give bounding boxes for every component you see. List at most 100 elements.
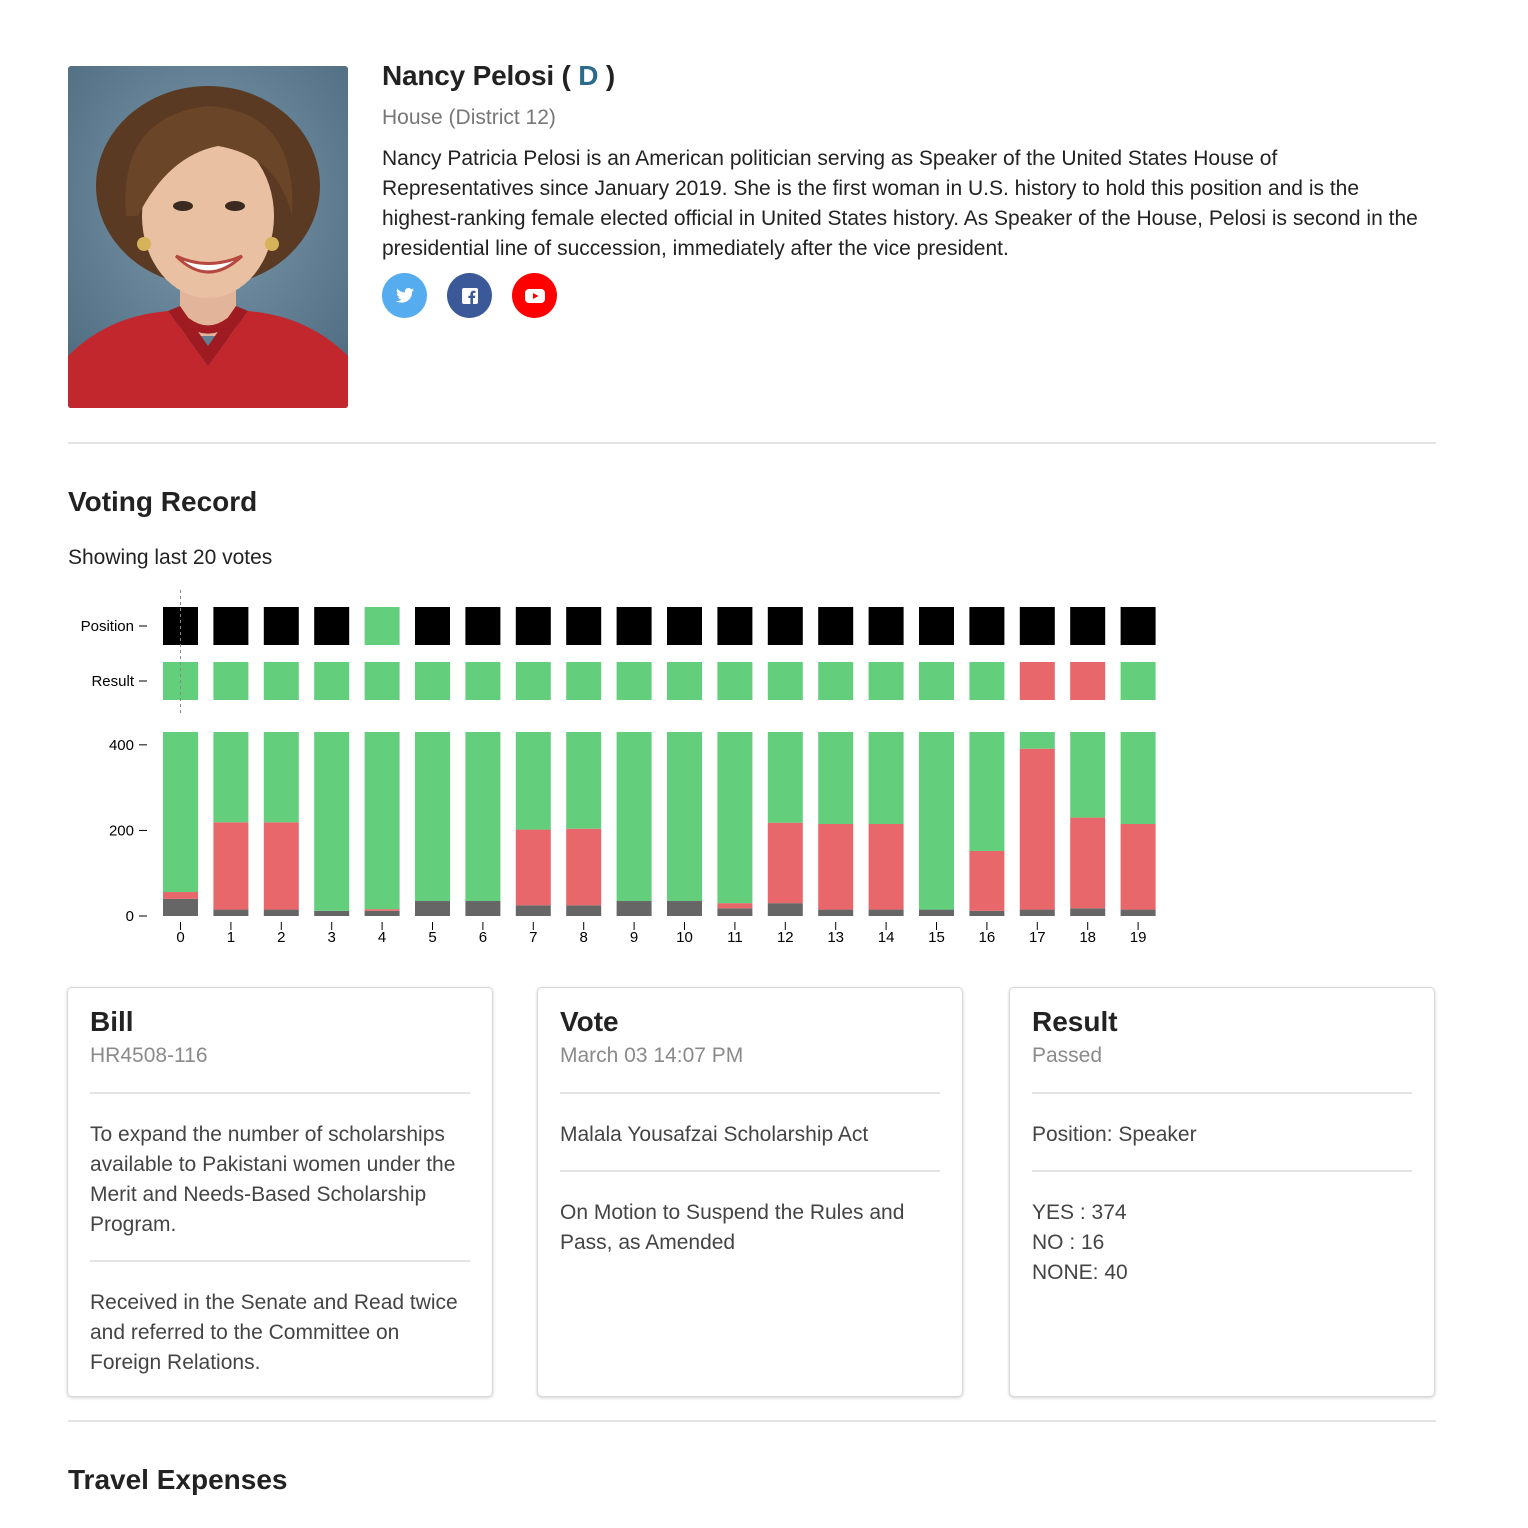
position-square bbox=[415, 607, 450, 645]
facebook-icon bbox=[461, 287, 478, 304]
vote-bar-yes bbox=[919, 732, 954, 910]
result-square bbox=[1120, 662, 1156, 700]
vote-bar-no bbox=[263, 822, 299, 910]
result-square bbox=[314, 662, 350, 700]
y-tick-label: 200 bbox=[109, 822, 134, 839]
result-card-title: Result bbox=[1032, 1006, 1118, 1037]
result-square bbox=[616, 662, 652, 700]
vote-bar-no bbox=[868, 824, 904, 910]
facebook-button[interactable] bbox=[447, 273, 492, 318]
result-square bbox=[767, 662, 803, 700]
vote-card: Vote March 03 14:07 PM Malala Yousafzai … bbox=[537, 987, 963, 1397]
member-name-text: Nancy Pelosi bbox=[382, 60, 554, 91]
card-divider bbox=[560, 1170, 940, 1172]
twitter-button[interactable] bbox=[382, 273, 427, 318]
vote-bar-none bbox=[1120, 909, 1156, 916]
vote-bar-none bbox=[515, 905, 551, 916]
party-badge: D bbox=[578, 60, 599, 91]
travel-expenses-title: Travel Expenses bbox=[68, 1464, 288, 1495]
result-square bbox=[515, 662, 551, 700]
bill-card: Bill HR4508-116 To expand the number of … bbox=[67, 987, 493, 1397]
vote-bar-no bbox=[163, 892, 198, 899]
result-square bbox=[717, 662, 753, 700]
vote-date: March 03 14:07 PM bbox=[560, 1044, 744, 1067]
vote-bar-yes bbox=[1120, 732, 1156, 824]
vote-bar-yes bbox=[969, 732, 1005, 851]
x-tick-label: 2 bbox=[277, 929, 285, 946]
vote-bar-no bbox=[717, 903, 753, 909]
x-tick-label: 17 bbox=[1029, 929, 1046, 946]
vote-bar-no bbox=[515, 829, 551, 906]
position-square bbox=[667, 607, 702, 645]
vote-bar-no bbox=[818, 824, 854, 910]
member-bio: Nancy Patricia Pelosi is an American pol… bbox=[382, 147, 1418, 260]
result-no-count: NO : 16 bbox=[1032, 1231, 1105, 1254]
social-links bbox=[382, 273, 557, 318]
vote-card-title: Vote bbox=[560, 1006, 619, 1037]
card-divider bbox=[1032, 1170, 1412, 1172]
vote-bill-name: Malala Yousafzai Scholarship Act bbox=[560, 1123, 869, 1146]
x-tick-label: 12 bbox=[777, 929, 794, 946]
vote-bar-yes bbox=[667, 732, 702, 902]
vote-bar-yes bbox=[1070, 732, 1106, 818]
vote-bar-none bbox=[213, 909, 249, 916]
vote-bar-no bbox=[767, 822, 803, 904]
result-square bbox=[969, 662, 1005, 700]
position-square bbox=[1019, 607, 1055, 645]
profile-photo bbox=[68, 66, 348, 408]
vote-bar-none bbox=[1070, 908, 1106, 916]
position-square bbox=[515, 607, 551, 645]
row-label: Result bbox=[91, 673, 134, 690]
member-chamber: House (District 12) bbox=[382, 106, 556, 129]
position-square bbox=[263, 607, 299, 645]
card-divider bbox=[1032, 1092, 1412, 1094]
bill-status: Received in the Senate and Read twice an… bbox=[90, 1291, 458, 1374]
x-tick-label: 11 bbox=[727, 929, 743, 946]
vote-bar-yes bbox=[566, 732, 602, 829]
bill-id: HR4508-116 bbox=[90, 1044, 208, 1067]
result-square bbox=[465, 662, 501, 700]
vote-bar-none bbox=[314, 910, 350, 916]
result-square bbox=[868, 662, 904, 700]
vote-bar-no bbox=[1120, 824, 1156, 910]
result-position: Position: Speaker bbox=[1032, 1123, 1197, 1146]
vote-bar-yes bbox=[314, 732, 350, 911]
vote-bar-yes bbox=[767, 732, 803, 823]
vote-bar-none bbox=[616, 901, 652, 916]
vote-bar-none bbox=[919, 909, 954, 916]
voting-chart: PositionResult02004000 1 2 3 4 5 6 7 8 9 10 11 12 13 1… bbox=[81, 590, 1156, 946]
y-tick-label: 400 bbox=[109, 737, 134, 754]
x-tick-label: 18 bbox=[1079, 929, 1096, 946]
vote-bar-none bbox=[717, 908, 753, 916]
bill-description: To expand the number of scholarships ava… bbox=[90, 1123, 456, 1236]
vote-bar-none bbox=[415, 901, 450, 916]
vote-bar-yes bbox=[415, 732, 450, 902]
position-square bbox=[314, 607, 350, 645]
position-square bbox=[465, 607, 501, 645]
vote-bar-none bbox=[767, 903, 803, 916]
card-divider bbox=[90, 1092, 470, 1094]
vote-bar-yes bbox=[213, 732, 249, 823]
vote-bar-yes bbox=[515, 732, 551, 830]
youtube-button[interactable] bbox=[512, 273, 557, 318]
vote-bar-no bbox=[1019, 748, 1055, 910]
y-tick-label: 0 bbox=[126, 908, 134, 925]
position-square bbox=[969, 607, 1005, 645]
vote-bar-none bbox=[566, 905, 602, 916]
result-status: Passed bbox=[1032, 1044, 1103, 1067]
vote-bar-none bbox=[263, 909, 299, 916]
result-square bbox=[667, 662, 702, 700]
result-square bbox=[213, 662, 249, 700]
bill-card-title: Bill bbox=[90, 1006, 134, 1037]
vote-bar-none bbox=[1019, 909, 1055, 916]
card-divider bbox=[560, 1092, 940, 1094]
x-tick-label: 10 bbox=[676, 929, 693, 946]
result-square bbox=[818, 662, 854, 700]
vote-bar-yes bbox=[717, 732, 753, 904]
x-tick-label: 9 bbox=[630, 929, 638, 946]
vote-bar-yes bbox=[163, 732, 198, 893]
vote-bar-yes bbox=[1019, 732, 1055, 749]
result-square bbox=[364, 662, 400, 700]
position-square bbox=[767, 607, 803, 645]
result-card: Result Passed Position: Speaker YES : 37… bbox=[1009, 987, 1435, 1397]
